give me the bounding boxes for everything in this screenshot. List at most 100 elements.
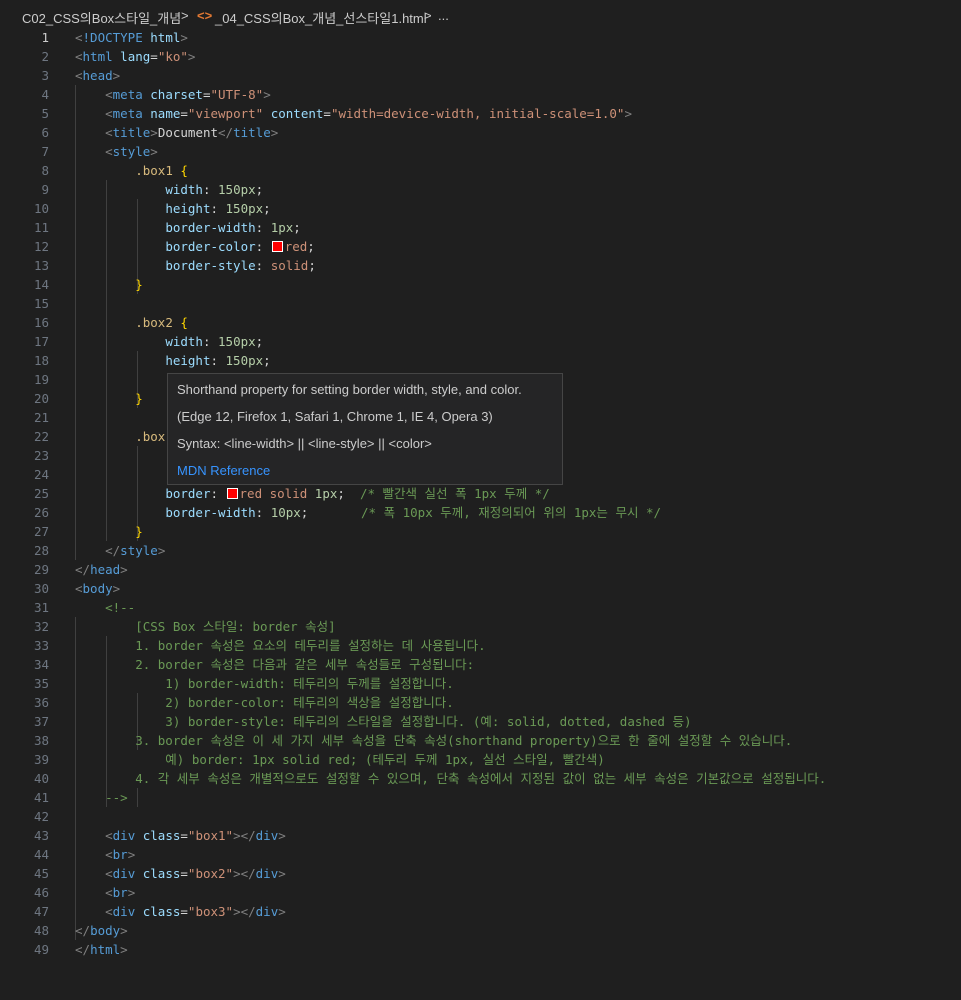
code-line[interactable]: 45 <div class="box2"></div> [0, 864, 961, 883]
line-code: width: 150px; [75, 180, 263, 199]
code-token: > [120, 942, 128, 957]
line-code: [CSS Box 스타일: border 속성] [75, 617, 336, 636]
breadcrumb: C02_CSS의Box스타일_개념 > <> _04_CSS의Box_개념_선스… [0, 0, 961, 30]
code-token: ; [308, 258, 316, 273]
code-token: > [263, 87, 271, 102]
code-line[interactable]: 28 </style> [0, 541, 961, 560]
code-line[interactable]: 11 border-width: 1px; [0, 218, 961, 237]
color-swatch-icon[interactable] [271, 241, 283, 252]
line-number: 8 [41, 163, 49, 178]
code-line[interactable]: 12 border-color: red; [0, 237, 961, 256]
code-token: 1px [314, 486, 338, 501]
code-token: 150px [225, 201, 264, 216]
breadcrumb-folder[interactable]: C02_CSS의Box스타일_개념 [22, 8, 181, 27]
code-token: height [165, 353, 211, 368]
code-line[interactable]: 25 border: red solid 1px; /* 빨간색 실선 폭 1p… [0, 484, 961, 503]
code-line[interactable]: 37 3) border-style: 테두리의 스타일을 설정합니다. (예:… [0, 712, 961, 731]
code-token: ; [263, 353, 271, 368]
code-line[interactable]: 47 <div class="box3"></div> [0, 902, 961, 921]
code-line[interactable]: 9 width: 150px; [0, 180, 961, 199]
code-token: < [105, 106, 113, 121]
code-line[interactable]: 18 height: 150px; [0, 351, 961, 370]
code-line[interactable]: 16 .box2 { [0, 313, 961, 332]
code-line[interactable]: 5 <meta name="viewport" content="width=d… [0, 104, 961, 123]
code-token: !DOCTYPE [82, 30, 143, 45]
code-line[interactable]: 42 [0, 807, 961, 826]
line-code: 예) border: 1px solid red; (테두리 두께 1px, 실… [75, 750, 604, 769]
code-token: > [180, 30, 188, 45]
line-code: 3) border-style: 테두리의 스타일을 설정합니다. (예: so… [75, 712, 691, 731]
code-line[interactable]: 14 } [0, 275, 961, 294]
line-code: border: red solid 1px; /* 빨간색 실선 폭 1px 두… [75, 484, 549, 503]
code-line[interactable]: 32 [CSS Box 스타일: border 속성] [0, 617, 961, 636]
line-code: } [75, 275, 143, 294]
code-line[interactable]: 4 <meta charset="UTF-8"> [0, 85, 961, 104]
code-token: red solid [239, 486, 315, 501]
color-swatch-icon[interactable] [226, 488, 238, 499]
code-token: </ [75, 562, 91, 577]
line-number: 15 [33, 296, 49, 311]
code-token: width [165, 182, 203, 197]
code-line[interactable]: 30 <body> [0, 579, 961, 598]
breadcrumb-more[interactable]: ... [438, 8, 449, 23]
code-line[interactable]: 26 border-width: 10px; /* 폭 10px 두께, 재정의… [0, 503, 961, 522]
code-line[interactable]: 31 <!-- [0, 598, 961, 617]
code-line[interactable]: 27 } [0, 522, 961, 541]
code-token: > [278, 904, 286, 919]
code-line[interactable]: 3 <head> [0, 66, 961, 85]
code-line[interactable]: 34 2. border 속성은 다음과 같은 세부 속성들로 구성됩니다: [0, 655, 961, 674]
code-line[interactable]: 41 --> [0, 788, 961, 807]
code-token: 1) border-width: 테두리의 두께를 설정합니다. [75, 676, 454, 691]
code-line[interactable]: 8 .box1 { [0, 161, 961, 180]
code-line[interactable]: 35 1) border-width: 테두리의 두께를 설정합니다. [0, 674, 961, 693]
code-line[interactable]: 38 3. border 속성은 이 세 가지 세부 속성을 단축 속성(sho… [0, 731, 961, 750]
code-token: br [112, 847, 128, 862]
code-line[interactable]: 39 예) border: 1px solid red; (테두리 두께 1px… [0, 750, 961, 769]
code-line[interactable]: 10 height: 150px; [0, 199, 961, 218]
code-line[interactable]: 7 <style> [0, 142, 961, 161]
line-code: 3. border 속성은 이 세 가지 세부 속성을 단축 속성(shorth… [75, 731, 792, 750]
mdn-reference-link[interactable]: MDN Reference [177, 463, 270, 478]
code-token: } [135, 277, 143, 292]
line-number: 21 [33, 410, 49, 425]
code-line[interactable]: 49 </html> [0, 940, 961, 959]
code-token: > [120, 923, 128, 938]
code-token: > [278, 866, 286, 881]
breadcrumb-file[interactable]: _04_CSS의Box_개념_선스타일1.html [215, 8, 427, 27]
line-code: <!DOCTYPE html> [75, 28, 188, 47]
code-token: ; [293, 220, 301, 235]
code-token: border-style [165, 258, 256, 273]
code-line[interactable]: 48 </body> [0, 921, 961, 940]
code-token: meta [112, 106, 143, 121]
code-line[interactable]: 43 <div class="box1"></div> [0, 826, 961, 845]
code-line[interactable]: 44 <br> [0, 845, 961, 864]
line-number: 12 [33, 239, 49, 254]
code-token: /* 폭 10px 두께, 재정의되어 위의 1px는 무시 */ [361, 505, 662, 520]
code-line[interactable]: 15 [0, 294, 961, 313]
code-line[interactable]: 40 4. 각 세부 속성은 개별적으로도 설정할 수 있으며, 단축 속성에서… [0, 769, 961, 788]
code-line[interactable]: 29 </head> [0, 560, 961, 579]
code-editor[interactable]: 1 <!DOCTYPE html> 2 <html lang="ko"> 3 <head>… [0, 28, 961, 1000]
code-token: div [112, 904, 136, 919]
line-code: } [75, 389, 143, 408]
code-line[interactable]: 33 1. border 속성은 요소의 테두리를 설정하는 데 사용됩니다. [0, 636, 961, 655]
code-token: ></ [233, 828, 256, 843]
code-token: ; [255, 334, 264, 349]
code-token: = [180, 866, 188, 881]
code-line[interactable]: 2 <html lang="ko"> [0, 47, 961, 66]
code-line[interactable]: 6 <title>Document</title> [0, 123, 961, 142]
code-token: "width=device-width, initial-scale=1.0" [330, 106, 625, 121]
code-line[interactable]: 1 <!DOCTYPE html> [0, 28, 961, 47]
code-line[interactable]: 46 <br> [0, 883, 961, 902]
line-number: 5 [41, 106, 49, 121]
code-line[interactable]: 36 2) border-color: 테두리의 색상을 설정합니다. [0, 693, 961, 712]
code-line[interactable]: 13 border-style: solid; [0, 256, 961, 275]
code-line[interactable]: 17 width: 150px; [0, 332, 961, 351]
